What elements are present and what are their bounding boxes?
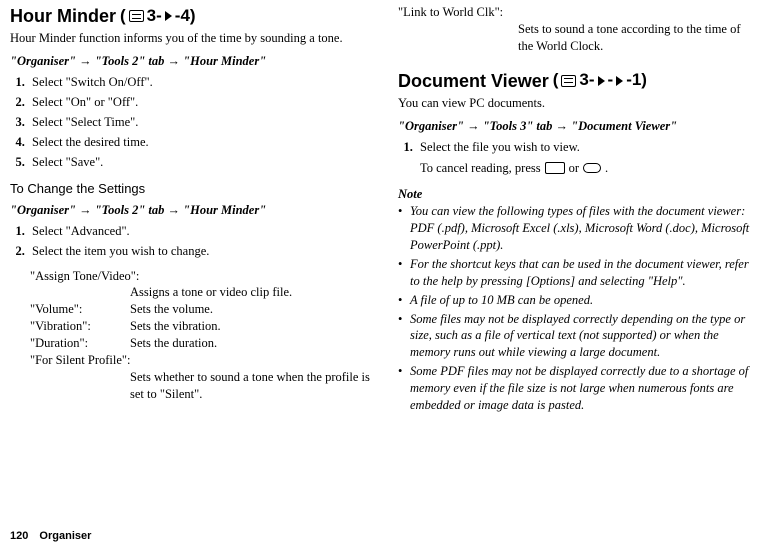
def-row: "Volume": Sets the volume. [30,301,370,318]
left-column: Hour Minder ( 3--4) Hour Minder function… [10,4,370,416]
definitions-table: "Volume": Sets the volume. "Vibration": … [30,301,370,352]
step: Select "Save". [28,154,370,171]
note-item: You can view the following types of file… [398,203,758,254]
change-settings-path: "Organiser" → "Tools 2" tab → "Hour Mind… [10,202,370,219]
step: Select "Switch On/Off". [28,74,370,91]
footer-section: Organiser [39,530,91,542]
notes-list: You can view the following types of file… [398,203,758,414]
doc-viewer-heading: Document Viewer ( 3---1) [398,69,758,93]
step: Select "Advanced". [28,223,370,240]
cancel-line: To cancel reading, press or . [420,160,608,177]
page-footer: 120 Organiser [10,529,91,544]
note-item: For the shortcut keys that can be used i… [398,256,758,290]
step: Select the desired time. [28,134,370,151]
def-row: "Duration": Sets the duration. [30,335,370,352]
change-settings-heading: To Change the Settings [10,180,370,198]
note-item: Some files may not be displayed correctl… [398,311,758,362]
menu-icon [129,10,144,22]
step: Select the item you wish to change. [28,243,370,260]
assign-tone-term: "Assign Tone/Video": [30,268,370,285]
right-column: "Link to World Clk": Sets to sound a ton… [398,4,758,416]
note-item: Some PDF files may not be displayed corr… [398,363,758,414]
silent-desc: Sets whether to sound a tone when the pr… [130,369,370,403]
hour-minder-steps: Select "Switch On/Off". Select "On" or "… [10,74,370,170]
arrow-right-icon [616,76,623,86]
world-clk-term: "Link to World Clk": [398,4,758,21]
hour-minder-intro: Hour Minder function informs you of the … [10,30,370,47]
def-term: "Vibration": [30,318,130,335]
def-desc: Sets the duration. [130,335,370,352]
page-number: 120 [10,530,28,542]
hour-minder-heading: Hour Minder ( 3--4) [10,4,370,28]
doc-viewer-path: "Organiser" → "Tools 3" tab → "Document … [398,118,758,135]
menu-icon [561,75,576,87]
arrow-right-icon [598,76,605,86]
change-settings-steps: Select "Advanced". Select the item you w… [10,223,370,260]
step: Select "Select Time". [28,114,370,131]
doc-viewer-menu-path: ( 3---1) [553,69,647,92]
arrow-right-icon [165,11,172,21]
def-row: "Vibration": Sets the vibration. [30,318,370,335]
def-term: "Volume": [30,301,130,318]
doc-viewer-steps: Select the file you wish to view. To can… [398,139,758,177]
note-item: A file of up to 10 MB can be opened. [398,292,758,309]
doc-viewer-title: Document Viewer [398,69,549,93]
end-key-icon [583,163,601,173]
silent-term: "For Silent Profile": [30,352,370,369]
doc-viewer-intro: You can view PC documents. [398,95,758,112]
back-key-icon [545,162,565,174]
def-term: "Duration": [30,335,130,352]
def-desc: Sets the volume. [130,301,370,318]
def-desc: Sets the vibration. [130,318,370,335]
step: Select "On" or "Off". [28,94,370,111]
hour-minder-title: Hour Minder [10,4,116,28]
hour-minder-path: "Organiser" → "Tools 2" tab → "Hour Mind… [10,53,370,70]
note-heading: Note [398,186,758,203]
world-clk-desc: Sets to sound a tone according to the ti… [518,21,758,55]
assign-tone-desc: Assigns a tone or video clip file. [130,284,370,301]
step: Select the file you wish to view. To can… [416,139,758,177]
hour-minder-menu-path: ( 3--4) [120,5,196,28]
